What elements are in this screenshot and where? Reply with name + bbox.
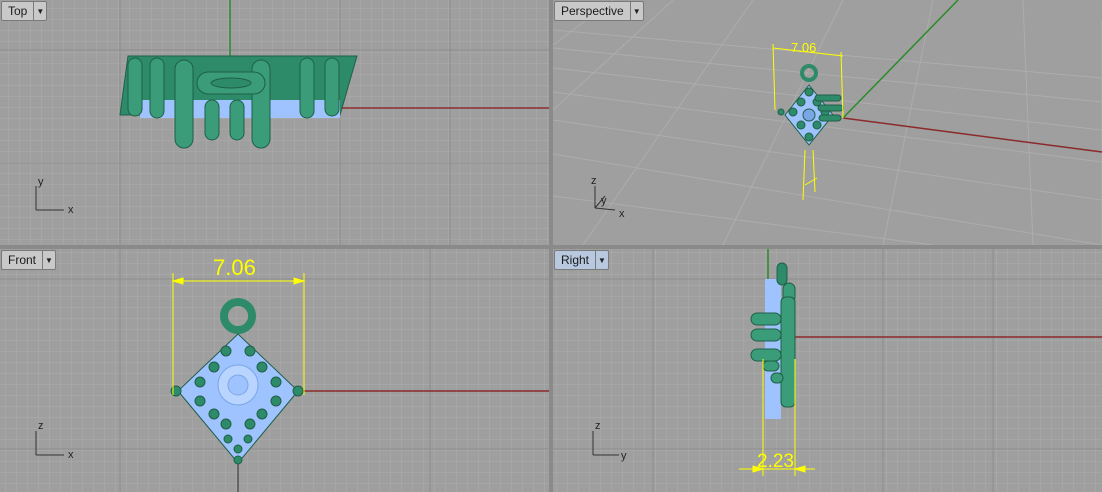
axis-y-label: y — [38, 176, 44, 188]
viewport-tab-label[interactable]: Perspective — [555, 2, 630, 20]
dimension-label: 7.06 — [213, 255, 256, 280]
viewport-tab-perspective[interactable]: Perspective ▼ — [554, 1, 644, 21]
triangle-down-icon[interactable]: ▼ — [595, 251, 608, 269]
triangle-down-icon[interactable]: ▼ — [629, 2, 643, 20]
viewport-tab-label[interactable]: Right — [555, 251, 595, 269]
axis-y-label: y — [621, 450, 627, 462]
viewport-front[interactable]: 7.06 x z Front ▼ — [0, 249, 549, 492]
axis-x-label: x — [68, 449, 74, 461]
viewport-tab-label[interactable]: Front — [2, 251, 42, 269]
axis-y-label: y — [601, 195, 607, 207]
triangle-down-icon[interactable]: ▼ — [42, 251, 55, 269]
perspective-canvas[interactable]: 7.06 x y z — [553, 0, 1102, 245]
axis-x-label: x — [68, 204, 74, 216]
viewport-tab-right[interactable]: Right ▼ — [554, 250, 610, 270]
axis-z-label: z — [38, 420, 44, 432]
axis-x-label: x — [619, 208, 625, 220]
dimension-label: 7.06 — [791, 40, 816, 55]
axis-z-label: z — [591, 175, 597, 187]
viewport-tab-front[interactable]: Front ▼ — [1, 250, 57, 270]
viewport-tab-top[interactable]: Top ▼ — [1, 1, 48, 21]
axis-z-label: z — [595, 420, 601, 432]
right-canvas[interactable]: 2.23 y z — [553, 249, 1102, 492]
dimension-label: 2.23 — [757, 451, 794, 472]
front-canvas[interactable]: 7.06 x z — [0, 249, 549, 492]
triangle-down-icon[interactable]: ▼ — [33, 2, 46, 20]
viewport-perspective[interactable]: 7.06 x y z Perspective ▼ — [553, 0, 1102, 245]
top-canvas[interactable]: x y — [0, 0, 549, 245]
viewport-right[interactable]: 2.23 y z Right ▼ — [553, 249, 1102, 492]
viewport-top[interactable]: x y Top ▼ — [0, 0, 549, 245]
viewport-tab-label[interactable]: Top — [2, 2, 33, 20]
viewport-layout: x y Top ▼ 7.06 x y z Perspective ▼ 7.06 … — [0, 0, 1102, 492]
